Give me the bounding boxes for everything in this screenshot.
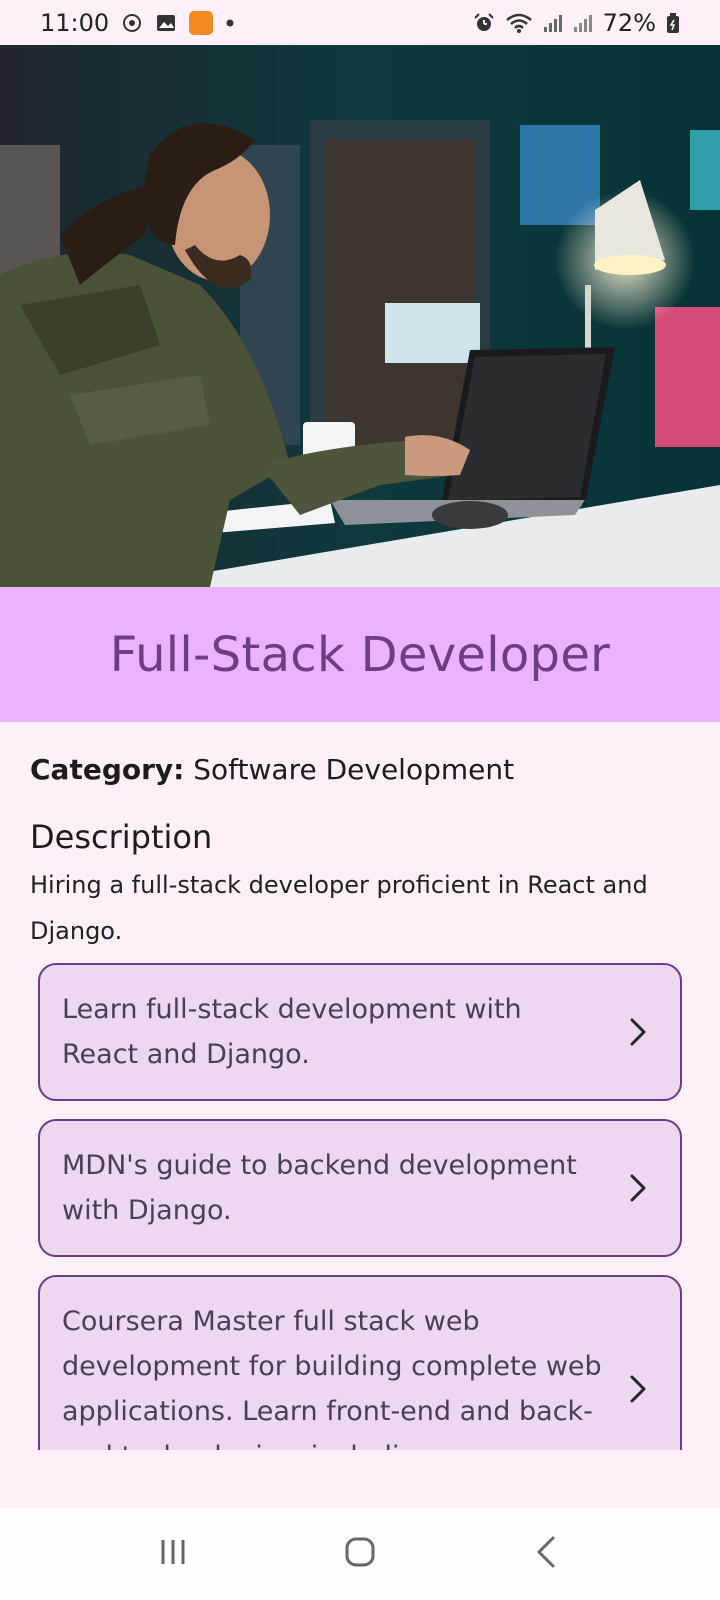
resource-text: Coursera Master full stack web developme… [62,1306,602,1450]
hero-image [0,45,720,587]
description-text: Hiring a full-stack developer proficient… [30,871,648,946]
job-details: Category: Software Development Descripti… [30,722,690,954]
page-title: Full-Stack Developer [109,626,611,683]
home-icon[interactable] [340,1532,380,1576]
title-band: Full-Stack Developer [0,587,720,722]
chevron-right-icon [630,1174,646,1202]
battery-icon [666,12,680,34]
system-nav-bar [0,1508,720,1600]
resource-list: Learn full-stack development with React … [38,963,682,1450]
status-bar: 11:00 72% [0,0,720,45]
category-row: Category: Software Development [30,752,690,788]
weather-icon [121,12,143,34]
back-icon[interactable] [527,1532,567,1576]
recents-icon[interactable] [153,1532,193,1576]
status-time: 11:00 [40,8,110,37]
app-notification-icon [189,10,214,35]
resource-card[interactable]: Learn full-stack development with React … [38,963,682,1101]
alarm-icon [473,12,495,34]
category-label: Category: [30,753,185,786]
battery-percent: 72% [602,8,656,37]
chevron-right-icon [630,1375,646,1403]
signal-icon [543,12,563,34]
resource-card[interactable]: MDN's guide to backend development with … [38,1119,682,1257]
chevron-right-icon [630,1018,646,1046]
resource-text: MDN's guide to backend development with … [62,1150,577,1226]
resource-card[interactable]: Coursera Master full stack web developme… [38,1275,682,1450]
wifi-icon [505,12,533,34]
description-heading: Description [30,818,213,857]
category-value: Software Development [193,753,515,786]
gallery-icon [155,12,177,34]
signal-icon-2 [573,12,593,34]
resource-text: Learn full-stack development with React … [62,994,522,1070]
dot-icon [225,18,235,28]
